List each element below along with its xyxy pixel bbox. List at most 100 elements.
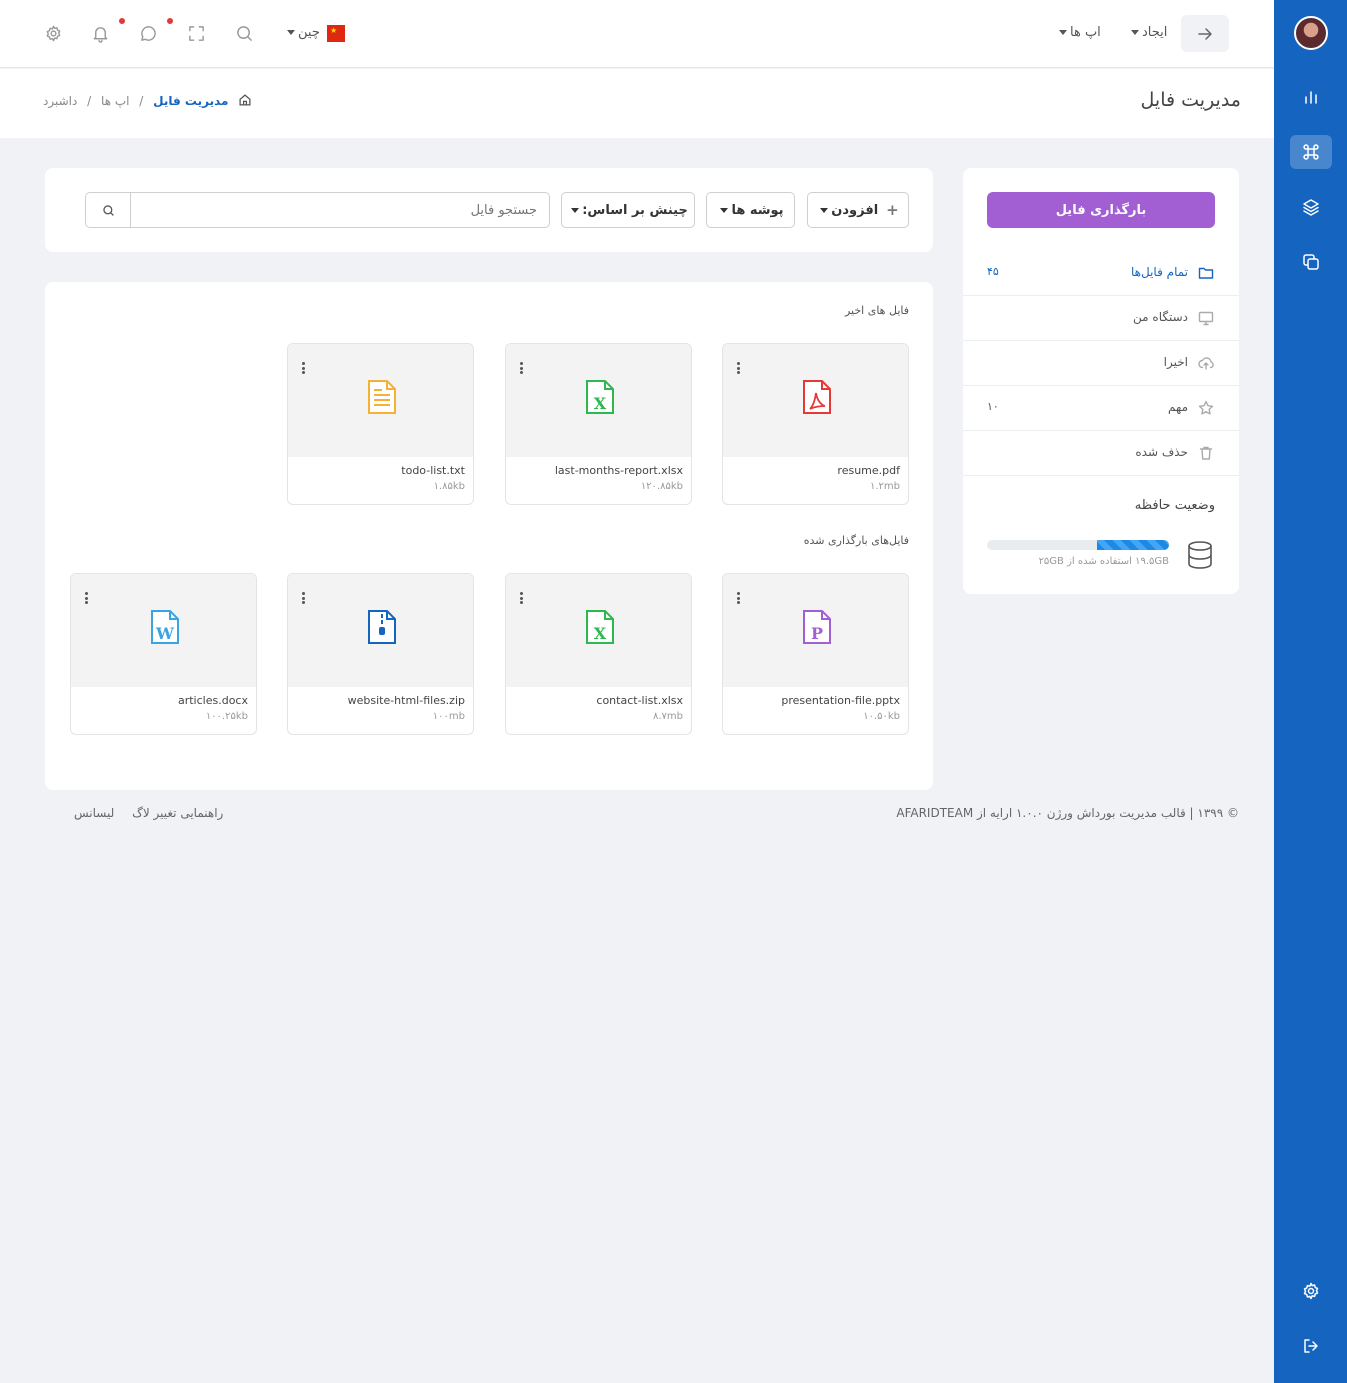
sort-label: چینش بر اساس: — [582, 202, 688, 218]
file-name: presentation-file.pptx — [781, 694, 900, 707]
file-name: articles.docx — [177, 694, 248, 707]
settings-icon[interactable] — [1290, 1274, 1332, 1308]
china-flag-icon: ★ — [327, 25, 345, 42]
sidebar-rail — [1274, 0, 1347, 1383]
chevron-down-icon — [820, 207, 829, 213]
chat-badge — [167, 18, 173, 24]
apps-label: اپ ها — [1070, 25, 1101, 40]
file-card[interactable]: todo-list.txt ۱.۸۵kb — [287, 343, 474, 505]
more-vertical-icon[interactable] — [737, 362, 741, 376]
svg-text:X: X — [594, 624, 607, 643]
chat-icon[interactable] — [139, 24, 158, 43]
search-button[interactable] — [85, 192, 131, 228]
home-icon[interactable] — [238, 93, 252, 110]
bell-icon[interactable] — [91, 24, 110, 43]
file-card[interactable]: website-html-files.zip ۱۰۰mb — [287, 573, 474, 735]
zip-icon — [366, 609, 398, 645]
breadcrumb-apps[interactable]: اپ ها — [101, 94, 129, 108]
storage-progress — [987, 540, 1169, 550]
star-icon — [1198, 400, 1214, 416]
nav-label: اخیرا — [1163, 355, 1188, 369]
folders-label: پوشه ها — [731, 202, 784, 218]
nav-deleted[interactable]: حذف شده — [963, 431, 1239, 476]
svg-text:W: W — [155, 624, 175, 643]
add-button[interactable]: + افزودن — [807, 192, 909, 228]
breadcrumb: مدیریت فایل / اپ ها / داشبرد — [43, 93, 252, 110]
page-header: مدیریت فایل مدیریت فایل / اپ ها / داشبرد — [0, 69, 1274, 138]
search-icon — [102, 204, 114, 216]
file-name: website-html-files.zip — [347, 694, 465, 707]
file-card[interactable]: Xlast-months-report.xlsx ۱۲۰.۸۵kb — [505, 343, 692, 505]
chevron-down-icon — [1131, 30, 1139, 35]
uploaded-files-title: فایل‌های بارگذاری شده — [803, 534, 909, 547]
arrow-right-icon — [1195, 24, 1215, 44]
nav-all-files[interactable]: تمام فایل‌ها ۴۵ — [963, 251, 1239, 296]
more-vertical-icon[interactable] — [737, 592, 741, 606]
notification-badge — [119, 18, 125, 24]
nav-label: تمام فایل‌ها — [1131, 265, 1188, 279]
more-vertical-icon[interactable] — [520, 362, 524, 376]
footer-link-changelog[interactable]: تغییر لاگ — [132, 806, 176, 820]
svg-text:P: P — [811, 624, 823, 643]
recent-files-title: فایل های اخیر — [844, 304, 909, 317]
nav-important[interactable]: مهم ۱۰ — [963, 386, 1239, 431]
layers-icon[interactable] — [1290, 190, 1332, 224]
trash-icon — [1198, 445, 1214, 461]
svg-text:X: X — [594, 394, 607, 413]
avatar[interactable] — [1294, 16, 1328, 50]
logout-icon[interactable] — [1290, 1329, 1332, 1363]
chevron-down-icon — [1059, 30, 1067, 35]
storage-title: وضعیت حافظه — [1134, 498, 1215, 513]
copy-icon[interactable] — [1290, 245, 1332, 279]
language-select[interactable]: چین — [284, 25, 320, 40]
breadcrumb-dashboard[interactable]: داشبرد — [43, 94, 77, 108]
breadcrumb-separator: / — [87, 94, 92, 108]
storage-progress-fill — [1096, 540, 1169, 550]
file-card[interactable]: Xcontact-list.xlsx ۸.۷mb — [505, 573, 692, 735]
file-card[interactable]: Ppresentation-file.pptx ۱۰.۵۰kb — [722, 573, 909, 735]
nav-label: مهم — [1168, 400, 1188, 414]
chart-icon[interactable] — [1290, 80, 1332, 114]
file-size: ۸.۷mb — [652, 711, 683, 722]
excel-icon: X — [584, 379, 616, 415]
file-name: last-months-report.xlsx — [554, 464, 683, 477]
file-size: ۱۰۰.۲۵kb — [205, 711, 248, 722]
fullscreen-icon[interactable] — [187, 24, 206, 43]
pdf-icon — [801, 379, 833, 415]
more-vertical-icon[interactable] — [302, 592, 306, 606]
file-size: ۱.۲mb — [869, 481, 900, 492]
breadcrumb-current: مدیریت فایل — [153, 94, 229, 108]
cloud-upload-icon — [1198, 355, 1214, 371]
file-name: contact-list.xlsx — [596, 694, 683, 707]
search-input[interactable] — [130, 192, 550, 228]
folders-button[interactable]: پوشه ها — [706, 192, 795, 228]
more-vertical-icon[interactable] — [85, 592, 89, 606]
command-icon[interactable] — [1290, 135, 1332, 169]
storage-usage-text: ۱۹.۵GB استفاده شده از ۲۵GB — [1038, 556, 1169, 567]
apps-menu[interactable]: اپ ها — [1056, 25, 1101, 40]
create-menu[interactable]: ایجاد — [1128, 25, 1167, 40]
nav-recent[interactable]: اخیرا — [963, 341, 1239, 386]
upload-file-button[interactable]: بارگذاری فایل — [987, 192, 1215, 228]
nav-label: دستگاه من — [1133, 310, 1188, 324]
more-vertical-icon[interactable] — [302, 362, 306, 376]
plus-icon: + — [886, 201, 899, 219]
sort-button[interactable]: چینش بر اساس: — [561, 192, 695, 228]
nav-my-device[interactable]: دستگاه من — [963, 296, 1239, 341]
word-icon: W — [149, 609, 181, 645]
file-card[interactable]: Warticles.docx ۱۰۰.۲۵kb — [70, 573, 257, 735]
file-size: ۱۰.۵۰kb — [863, 711, 900, 722]
more-vertical-icon[interactable] — [520, 592, 524, 606]
breadcrumb-separator: / — [139, 94, 144, 108]
search-icon[interactable] — [235, 24, 254, 43]
footer-link-help[interactable]: راهنمایی — [180, 806, 223, 820]
gear-icon[interactable] — [44, 24, 63, 43]
file-size: ۱۰۰mb — [432, 711, 465, 722]
file-name: todo-list.txt — [401, 464, 465, 477]
nav-count: ۱۰ — [987, 400, 999, 413]
back-button[interactable] — [1181, 15, 1229, 52]
text-file-icon — [366, 379, 398, 415]
file-card[interactable]: resume.pdf ۱.۲mb — [722, 343, 909, 505]
footer-link-license[interactable]: لیسانس — [74, 806, 114, 820]
page-title: مدیریت فایل — [1140, 89, 1241, 111]
